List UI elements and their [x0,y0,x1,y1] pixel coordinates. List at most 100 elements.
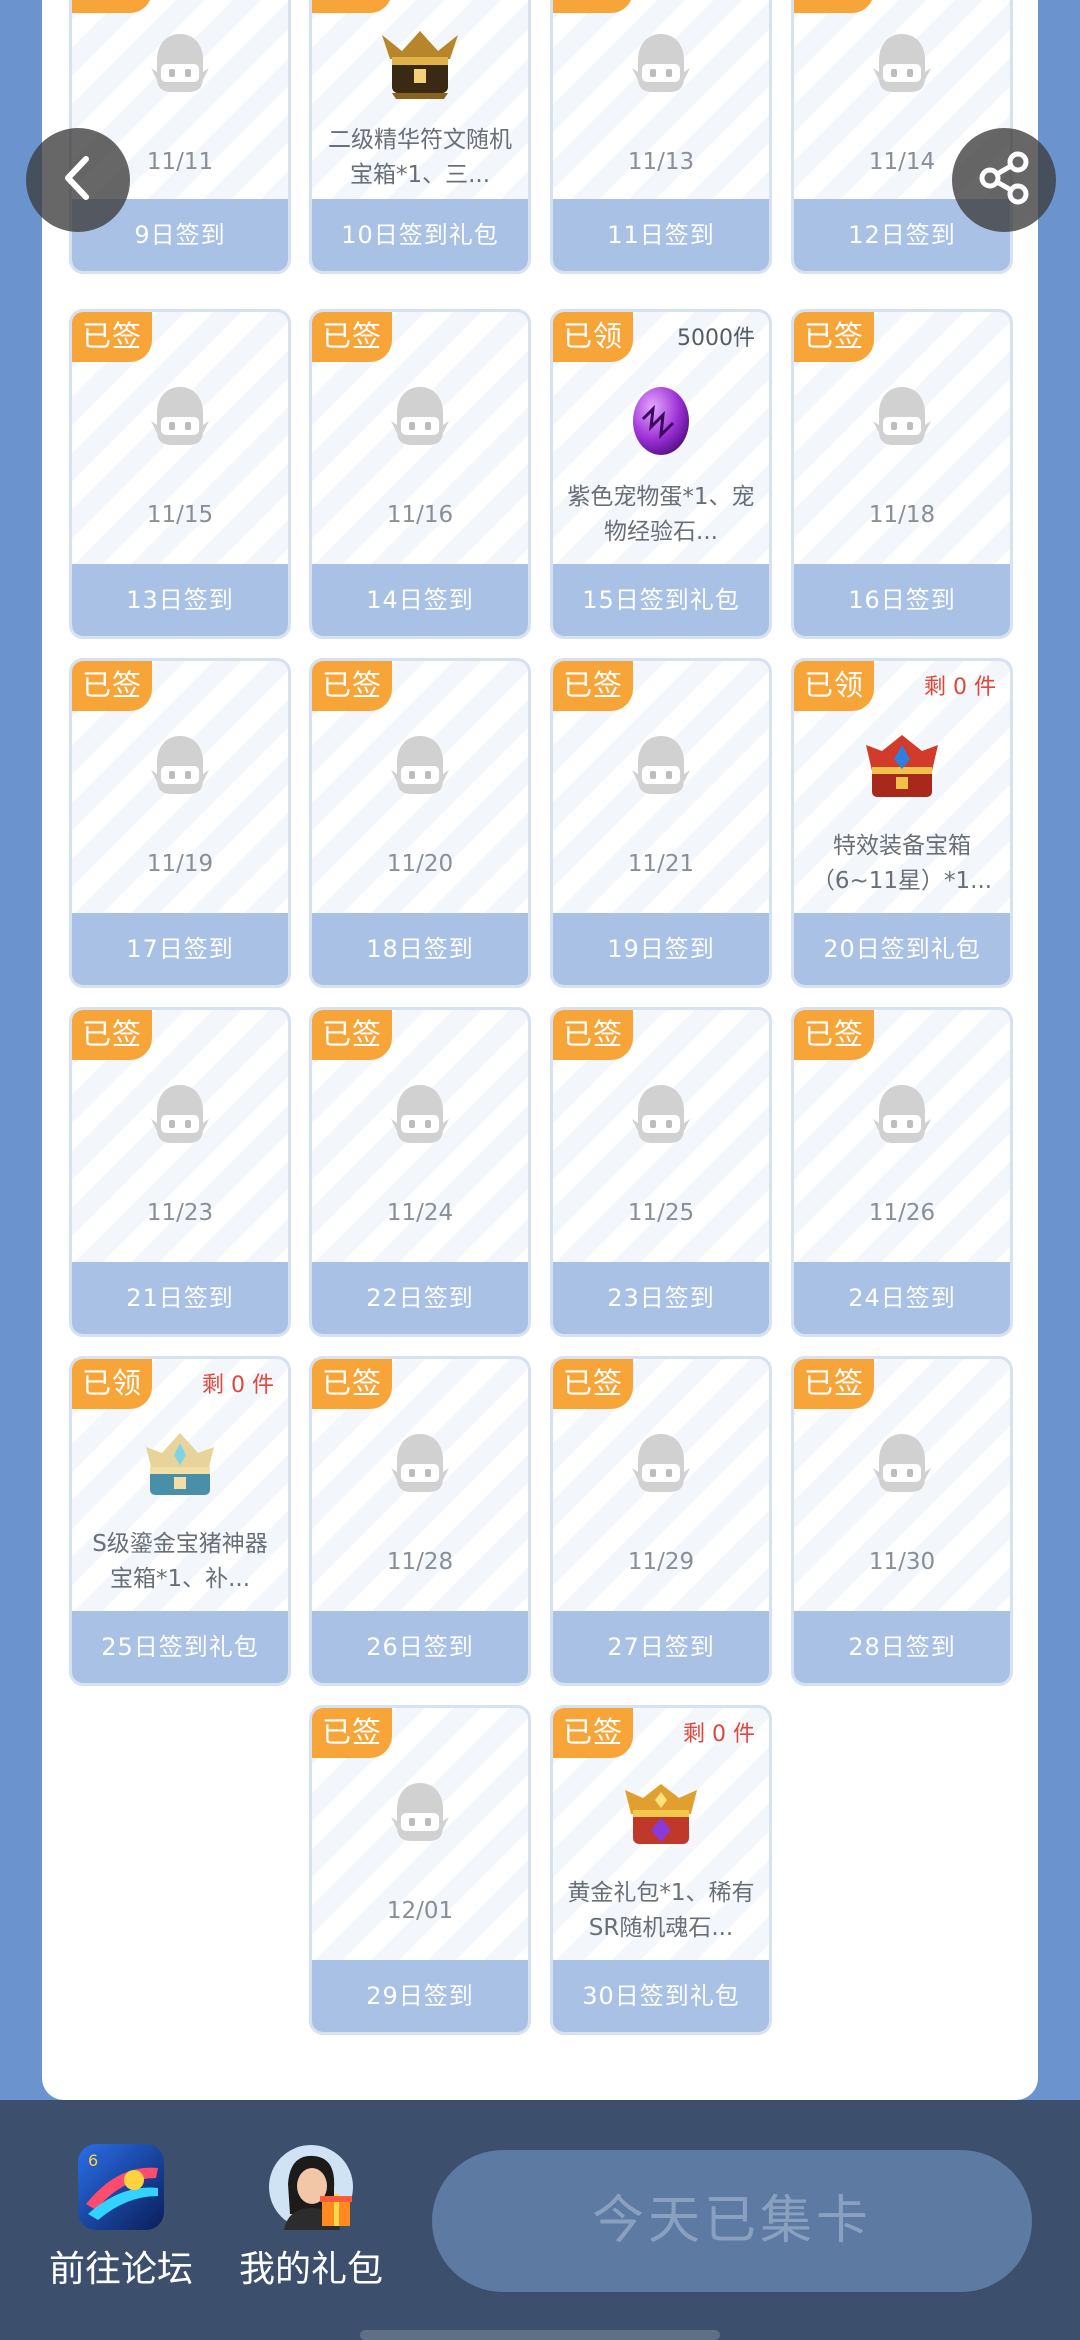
my-gifts-button[interactable]: 我的礼包 [226,2144,396,2292]
avatar [268,2144,354,2230]
placeholder-avatar-icon [72,25,288,105]
sign-in-card[interactable]: 已签 11/13 11日签到 [550,0,772,274]
status-badge: 已领 [72,1359,152,1409]
placeholder-avatar-icon [794,1076,1010,1156]
status-badge: 已签 [553,1010,633,1060]
status-badge: 已签 [312,312,392,362]
status-badge: 已签 [794,1010,874,1060]
card-footer-label: 23日签到 [553,1262,769,1334]
status-badge: 已签 [312,1359,392,1409]
sign-in-card[interactable]: 已签 11/15 13日签到 [69,309,291,639]
status-badge: 已签 [72,312,152,362]
placeholder-avatar-icon [72,1076,288,1156]
status-badge: 已签 [553,661,633,711]
reward-description: 紫色宠物蛋*1、宠物经验石... [567,484,755,545]
gift-card[interactable]: 已领 剩 0 件特效装备宝箱（6~11星）*1... 20日签到礼包 [791,658,1013,988]
sign-in-date: 11/28 [386,1549,454,1575]
sign-in-card[interactable]: 已签 11/24 22日签到 [309,1007,531,1337]
card-footer-label: 11日签到 [553,199,769,271]
card-footer-label: 29日签到 [312,1960,528,2032]
sign-in-date: 11/24 [386,1200,454,1226]
card-footer-label: 10日签到礼包 [312,199,528,271]
sign-in-card[interactable]: 已签 11/19 17日签到 [69,658,291,988]
reward-chest-icon [794,727,1010,807]
gift-card[interactable]: 已领 剩 0 件 S级鎏金宝猪神器宝箱*1、补... 25日签到礼包 [69,1356,291,1686]
placeholder-avatar-icon [794,25,1010,105]
sign-in-card[interactable]: 已签 11/29 27日签到 [550,1356,772,1686]
placeholder-avatar-icon [794,1425,1010,1505]
sign-in-card[interactable]: 已签 11/28 26日签到 [309,1356,531,1686]
status-badge: 已签 [553,0,633,13]
sign-in-date: 11/29 [627,1549,695,1575]
sign-in-card[interactable]: 已签 11/16 14日签到 [309,309,531,639]
reward-chest-icon [553,1774,769,1854]
card-footer-label: 24日签到 [794,1262,1010,1334]
card-footer-label: 25日签到礼包 [72,1611,288,1683]
stock-count: 剩 0 件 [683,1722,755,1747]
status-badge: 已签 [794,312,874,362]
back-button[interactable] [26,128,130,232]
status-badge: 已签 [312,661,392,711]
sign-in-card[interactable]: 已签 11/21 19日签到 [550,658,772,988]
placeholder-avatar-icon [312,378,528,458]
status-badge: 已领 [794,661,874,711]
card-footer-label: 22日签到 [312,1262,528,1334]
sign-in-card[interactable]: 已签 11/25 23日签到 [550,1007,772,1337]
sign-in-date: 11/19 [146,851,214,877]
card-footer-label: 20日签到礼包 [794,913,1010,985]
reward-chest-icon [553,378,769,458]
sign-in-card[interactable]: 已签 11/23 21日签到 [69,1007,291,1337]
collect-card-button[interactable]: 今天已集卡 [432,2150,1032,2292]
card-footer-label: 14日签到 [312,564,528,636]
status-badge: 已签 [72,1010,152,1060]
forum-button[interactable]: 6 前往论坛 [36,2144,206,2292]
sign-in-date: 11/21 [627,851,695,877]
stock-count: 5000件 [677,326,755,351]
sign-in-card[interactable]: 已签 11/30 28日签到 [791,1356,1013,1686]
sign-in-date: 11/13 [627,149,695,175]
placeholder-avatar-icon [553,25,769,105]
sign-in-date: 11/15 [146,502,214,528]
share-icon [974,148,1034,212]
game-app-icon: 6 [78,2144,164,2230]
card-footer-label: 15日签到礼包 [553,564,769,636]
card-footer-label: 30日签到礼包 [553,1960,769,2032]
placeholder-avatar-icon [312,1425,528,1505]
status-badge: 已签 [72,0,152,13]
placeholder-avatar-icon [312,1076,528,1156]
sign-in-date: 11/25 [627,1200,695,1226]
sign-in-date: 11/20 [386,851,454,877]
share-button[interactable] [952,128,1056,232]
card-footer-label: 17日签到 [72,913,288,985]
reward-description: S级鎏金宝猪神器宝箱*1、补... [92,1531,268,1592]
gift-card[interactable]: 已签 剩 0 件黄金礼包*1、稀有SR随机魂石... 30日签到礼包 [550,1705,772,2035]
placeholder-avatar-icon [312,1774,528,1854]
my-gifts-label: 我的礼包 [238,2249,383,2290]
sign-in-date: 11/26 [868,1200,936,1226]
card-footer-label: 19日签到 [553,913,769,985]
sign-in-card[interactable]: 已签 11/20 18日签到 [309,658,531,988]
card-footer-label: 21日签到 [72,1262,288,1334]
forum-label: 前往论坛 [48,2249,193,2290]
reward-chest-icon [72,1425,288,1505]
reward-description: 黄金礼包*1、稀有SR随机魂石... [567,1880,755,1941]
status-badge: 已签 [553,1359,633,1409]
card-footer-label: 28日签到 [794,1611,1010,1683]
card-footer-label: 26日签到 [312,1611,528,1683]
card-footer-label: 18日签到 [312,913,528,985]
sign-in-date: 11/18 [868,502,936,528]
reward-description: 二级精华符文随机宝箱*1、三... [328,127,512,188]
home-indicator [360,2330,720,2340]
status-badge: 已签 [794,0,874,13]
sign-in-card[interactable]: 已签 11/18 16日签到 [791,309,1013,639]
placeholder-avatar-icon [72,727,288,807]
gift-card[interactable]: 已领 5000件紫色宠物蛋*1、宠物经验石... 15日签到礼包 [550,309,772,639]
status-badge: 已签 [553,1708,633,1758]
sign-in-date: 11/30 [868,1549,936,1575]
sign-in-card[interactable]: 已签 12/01 29日签到 [309,1705,531,2035]
card-footer-label: 16日签到 [794,564,1010,636]
sign-in-card[interactable]: 已签 11/26 24日签到 [791,1007,1013,1337]
status-badge: 已领 [553,312,633,362]
gift-card[interactable]: 已领 7000件二级精华符文随机宝箱*1、三... 10日签到礼包 [309,0,531,274]
sign-in-date: 12/01 [386,1898,454,1924]
